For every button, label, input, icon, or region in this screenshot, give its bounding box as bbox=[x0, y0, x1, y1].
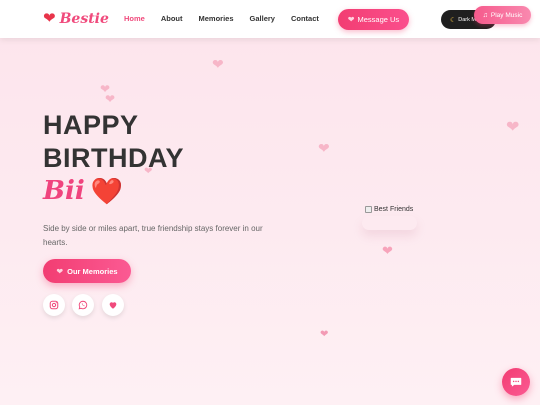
hero-title-line-1: HAPPY bbox=[43, 110, 139, 140]
whatsapp-button[interactable] bbox=[72, 294, 94, 316]
nav-home[interactable]: Home bbox=[124, 14, 145, 23]
floating-heart-icon: ❤ bbox=[506, 119, 520, 136]
our-memories-label: Our Memories bbox=[67, 266, 118, 276]
broken-image-icon bbox=[365, 206, 372, 213]
play-music-button[interactable]: ♫ Play Music bbox=[474, 6, 531, 24]
music-icon: ♫ bbox=[482, 11, 488, 19]
image-frame-shadow bbox=[362, 216, 417, 230]
heart-icon: ❤ bbox=[56, 266, 64, 276]
heart-icon bbox=[109, 302, 117, 309]
moon-icon: ☾ bbox=[450, 16, 457, 24]
instagram-icon bbox=[49, 300, 59, 310]
best-friends-image: Best Friends bbox=[365, 206, 413, 213]
heart-icon: ❤ bbox=[347, 15, 355, 24]
nav-about[interactable]: About bbox=[161, 14, 183, 23]
heart-emoji: ❤️ bbox=[90, 176, 124, 206]
whatsapp-icon bbox=[78, 300, 88, 310]
main-nav: Home About Memories Gallery Contact bbox=[124, 14, 335, 23]
nav-contact[interactable]: Contact bbox=[291, 14, 319, 23]
play-music-label: Play Music bbox=[490, 11, 523, 19]
heart-icon: ❤ bbox=[43, 10, 56, 27]
floating-heart-icon: ❤ bbox=[382, 243, 393, 258]
nav-gallery[interactable]: Gallery bbox=[250, 14, 275, 23]
logo-text: Bestie bbox=[59, 11, 109, 27]
floating-heart-icon: ❤ bbox=[318, 140, 330, 156]
floating-heart-icon: ❤ bbox=[212, 56, 224, 72]
heart-button[interactable] bbox=[102, 294, 124, 316]
floating-heart-icon: ❤ bbox=[320, 329, 329, 340]
image-alt-text: Best Friends bbox=[374, 206, 414, 213]
chat-icon bbox=[510, 377, 522, 387]
hero-title-line-2: BIRTHDAY bbox=[43, 143, 185, 173]
floating-heart-icon: ❤ bbox=[105, 92, 116, 106]
our-memories-button[interactable]: ❤ Our Memories bbox=[43, 259, 131, 283]
chat-button[interactable] bbox=[502, 368, 530, 396]
message-us-label: Message Us bbox=[357, 15, 400, 24]
logo[interactable]: ❤ Bestie bbox=[43, 10, 109, 28]
instagram-button[interactable] bbox=[43, 294, 65, 316]
site-header: ❤ Bestie Home About Memories Gallery Con… bbox=[0, 0, 540, 38]
hero-name-row: Bii ❤️ bbox=[43, 176, 123, 206]
hero-description: Side by side or miles apart, true friend… bbox=[43, 224, 263, 247]
message-us-button[interactable]: ❤ Message Us bbox=[338, 9, 409, 30]
nav-memories[interactable]: Memories bbox=[199, 14, 234, 23]
friend-name: Bii bbox=[43, 176, 85, 206]
